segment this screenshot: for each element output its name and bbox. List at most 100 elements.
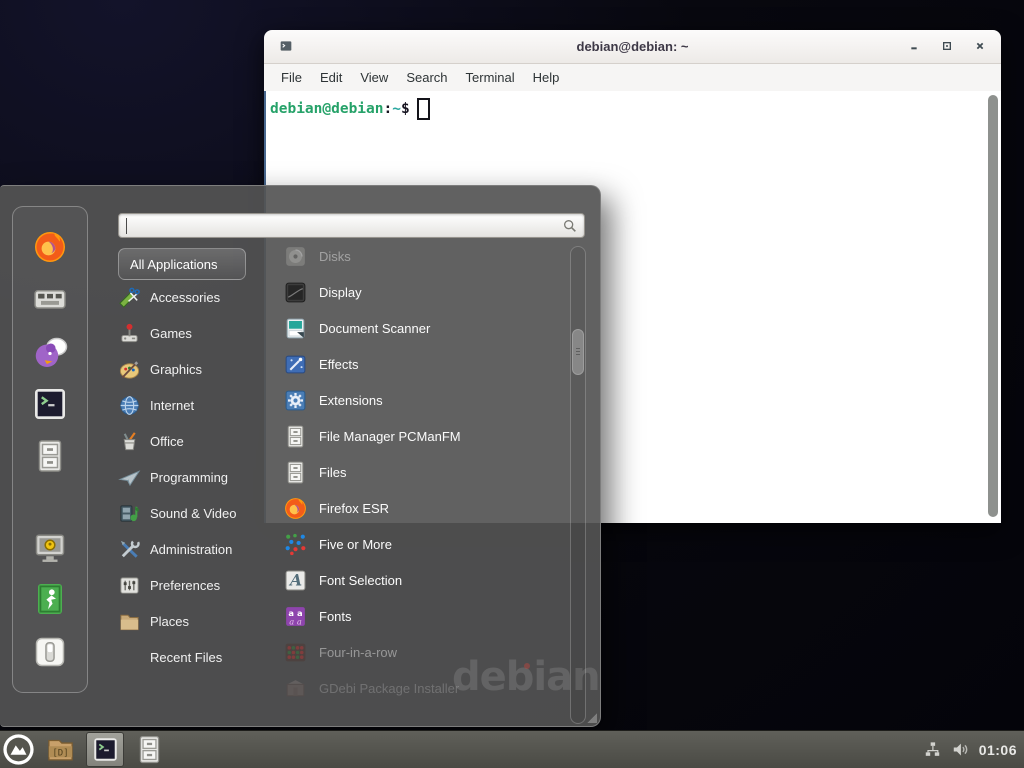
internet-icon — [118, 394, 141, 417]
folder-d-icon: [D] — [45, 734, 76, 765]
sound-video-icon — [118, 502, 141, 525]
menu-logo-icon — [2, 733, 35, 766]
favorite-pidgin[interactable] — [32, 334, 68, 370]
category-label: Recent Files — [150, 650, 222, 665]
taskbar-file-manager-desktop-launcher[interactable]: [D] — [45, 734, 76, 765]
category-list: AccessoriesGamesGraphicsInternetOfficePr… — [118, 279, 280, 675]
category-label: Accessories — [150, 290, 220, 305]
category-internet[interactable]: Internet — [118, 387, 280, 423]
programming-icon — [118, 466, 141, 489]
application-list-scrollbar-thumb[interactable] — [572, 329, 584, 375]
app-fonts[interactable]: a aa aFonts — [283, 598, 569, 634]
app-label: Disks — [319, 249, 351, 264]
system-tray — [923, 740, 979, 759]
taskbar-file-manager-launcher[interactable] — [134, 734, 165, 765]
category-preferences[interactable]: Preferences — [118, 567, 280, 603]
taskbar-left: [D] — [0, 732, 165, 767]
favorite-firefox[interactable] — [32, 229, 68, 265]
volume-icon[interactable] — [951, 740, 970, 759]
category-graphics[interactable]: Graphics — [118, 351, 280, 387]
app-display[interactable]: Display — [283, 274, 569, 310]
terminal-menu-view[interactable]: View — [351, 70, 397, 85]
font-selection-icon: A — [283, 568, 308, 593]
category-label: Preferences — [150, 578, 220, 593]
favorite-terminal[interactable] — [32, 386, 68, 422]
app-effects[interactable]: Effects — [283, 346, 569, 382]
prompt-symbol: $ — [401, 101, 410, 117]
menu-search-input[interactable] — [125, 216, 555, 235]
file-cabinet-icon — [283, 424, 308, 449]
category-label: Internet — [150, 398, 194, 413]
document-scanner-icon — [283, 316, 308, 341]
terminal-menu-help[interactable]: Help — [524, 70, 569, 85]
gdebi-icon — [283, 676, 308, 701]
favorite-control-center[interactable] — [32, 281, 68, 317]
favorite-logout[interactable] — [32, 581, 68, 617]
terminal-menu-file[interactable]: File — [272, 70, 311, 85]
taskbar-menu-button[interactable] — [2, 733, 35, 766]
menu-search-box[interactable] — [118, 213, 585, 238]
maximize-button[interactable] — [939, 38, 955, 54]
app-firefox-esr[interactable]: Firefox ESR — [283, 490, 569, 526]
terminal-menu-search[interactable]: Search — [397, 70, 456, 85]
preferences-icon — [118, 574, 141, 597]
extensions-icon — [283, 388, 308, 413]
favorite-shutdown[interactable] — [32, 634, 68, 670]
app-label: Firefox ESR — [319, 501, 389, 516]
taskbar: [D] 01:06 — [0, 730, 1024, 768]
terminal-cursor — [417, 98, 430, 120]
menu-resize-grip[interactable] — [586, 712, 597, 723]
category-places[interactable]: Places — [118, 603, 280, 639]
search-icon — [562, 218, 578, 234]
app-files[interactable]: Files — [283, 454, 569, 490]
app-five-or-more[interactable]: Five or More — [283, 526, 569, 562]
terminal-scrollbar-thumb[interactable] — [988, 95, 998, 517]
terminal-prompt: debian@debian:~$ — [266, 91, 1001, 120]
prompt-path: ~ — [392, 101, 401, 117]
app-disks[interactable]: Disks — [283, 238, 569, 274]
taskbar-terminal-window-button[interactable] — [86, 732, 124, 767]
terminal-titlebar[interactable]: debian@debian: ~ — [264, 30, 1001, 64]
fonts-icon: a aa a — [283, 604, 308, 629]
minimize-button[interactable] — [906, 38, 922, 54]
blank-icon — [118, 646, 141, 669]
text-caret — [126, 218, 127, 234]
category-label: Graphics — [150, 362, 202, 377]
category-sound-video[interactable]: Sound & Video — [118, 495, 280, 531]
app-document-scanner[interactable]: Document Scanner — [283, 310, 569, 346]
category-recent-files[interactable]: Recent Files — [118, 639, 280, 675]
app-label: File Manager PCManFM — [319, 429, 461, 444]
terminal-menu-edit[interactable]: Edit — [311, 70, 351, 85]
category-accessories[interactable]: Accessories — [118, 279, 280, 315]
games-icon — [118, 322, 141, 345]
svg-text:[D]: [D] — [52, 748, 68, 758]
favorites-panel — [12, 206, 88, 693]
effects-icon — [283, 352, 308, 377]
category-label: Sound & Video — [150, 506, 237, 521]
desktop: debian@debian: ~ FileEditViewSearchTermi… — [0, 0, 1024, 768]
app-label: Effects — [319, 357, 359, 372]
favorite-lock-screen[interactable] — [32, 530, 68, 566]
five-or-more-icon — [283, 532, 308, 557]
favorite-file-manager[interactable] — [32, 438, 68, 474]
app-label: GDebi Package Installer — [319, 681, 459, 696]
category-administration[interactable]: Administration — [118, 531, 280, 567]
category-all-applications[interactable]: All Applications — [118, 248, 246, 280]
firefox-icon — [283, 496, 308, 521]
application-list-scrollbar[interactable] — [570, 246, 586, 724]
terminal-menubar: FileEditViewSearchTerminalHelp — [264, 64, 1001, 91]
network-icon[interactable] — [923, 740, 942, 759]
app-font-selection[interactable]: AFont Selection — [283, 562, 569, 598]
app-extensions[interactable]: Extensions — [283, 382, 569, 418]
application-list: Disks DisplayDocument Scanner Effects Exten… — [283, 238, 569, 724]
clock[interactable]: 01:06 — [979, 742, 1017, 758]
category-office[interactable]: Office — [118, 423, 280, 459]
category-programming[interactable]: Programming — [118, 459, 280, 495]
category-games[interactable]: Games — [118, 315, 280, 351]
terminal-scrollbar[interactable] — [987, 94, 999, 518]
administration-icon — [118, 538, 141, 561]
terminal-menu-terminal[interactable]: Terminal — [457, 70, 524, 85]
close-button[interactable] — [972, 38, 988, 54]
debian-watermark-dot — [524, 663, 530, 669]
app-file-manager-pcmanfm[interactable]: File Manager PCManFM — [283, 418, 569, 454]
